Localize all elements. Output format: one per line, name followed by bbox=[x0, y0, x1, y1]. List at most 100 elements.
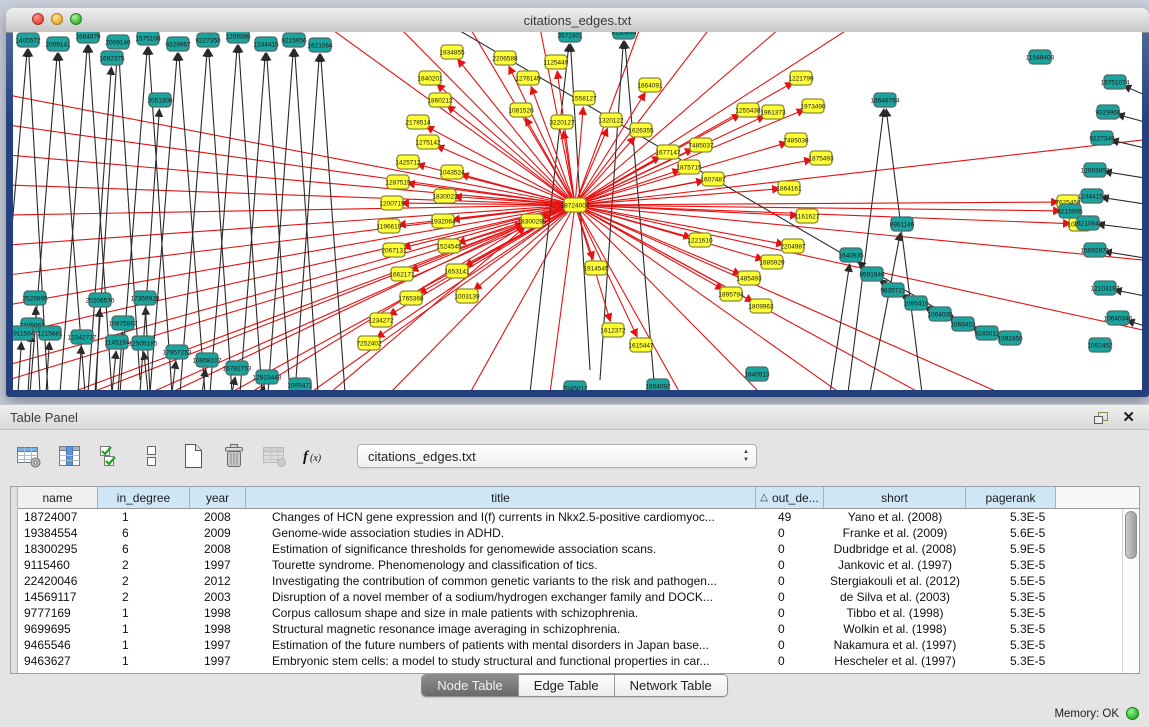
table-cell[interactable]: Changes of HCN gene expression and I(f) … bbox=[246, 510, 756, 524]
table-cell[interactable]: 0 bbox=[756, 590, 824, 604]
graph-node[interactable]: 1200719 bbox=[379, 196, 405, 210]
graph-node[interactable]: 16210643 bbox=[1074, 216, 1103, 230]
graph-node[interactable]: 15692971 bbox=[1081, 243, 1110, 257]
tab-edge-table[interactable]: Edge Table bbox=[519, 675, 615, 696]
table-cell[interactable]: 6 bbox=[98, 526, 190, 540]
graph-node[interactable]: 1234272 bbox=[368, 313, 394, 327]
table-cell[interactable]: 2008 bbox=[190, 542, 246, 556]
table-cell[interactable]: Estimation of significance thresholds fo… bbox=[246, 542, 756, 556]
table-cell[interactable]: de Silva et al. (2003) bbox=[824, 590, 966, 604]
graph-node[interactable]: 1425712 bbox=[395, 155, 421, 169]
table-cell[interactable]: 2009 bbox=[190, 526, 246, 540]
graph-node[interactable]: 1692375 bbox=[99, 51, 125, 65]
graph-node[interactable]: 1575108 bbox=[135, 32, 161, 45]
graph-node[interactable]: 9227350 bbox=[195, 33, 221, 47]
graph-node[interactable]: 1895794 bbox=[718, 287, 744, 301]
graph-node[interactable]: 7485038 bbox=[783, 133, 809, 147]
table-cell[interactable]: 2003 bbox=[190, 590, 246, 604]
table-cell[interactable]: Nakamura et al. (1997) bbox=[824, 638, 966, 652]
graph-node[interactable]: 2526695 bbox=[22, 291, 48, 305]
graph-node[interactable]: 2009140 bbox=[105, 35, 131, 49]
float-panel-icon[interactable] bbox=[1093, 411, 1109, 430]
graph-node[interactable]: 1664091 bbox=[637, 78, 663, 92]
graph-node[interactable]: 16782753 bbox=[223, 361, 252, 375]
graph-node[interactable]: 1081520 bbox=[508, 103, 534, 117]
graph-node[interactable]: 1215681 bbox=[37, 326, 63, 340]
table-cell[interactable]: 1 bbox=[98, 510, 190, 524]
table-cell[interactable]: 0 bbox=[756, 526, 824, 540]
graph-node[interactable]: 1209385 bbox=[225, 32, 251, 43]
table-cell[interactable]: Tibbo et al. (1998) bbox=[824, 606, 966, 620]
graph-node[interactable]: 1244415 bbox=[253, 37, 279, 51]
table-row[interactable]: 969969511998Structural magnetic resonanc… bbox=[18, 621, 1123, 637]
table-row[interactable]: 946554611997Estimation of the future num… bbox=[18, 637, 1123, 653]
graph-node[interactable]: 1615447 bbox=[628, 338, 654, 352]
graph-node[interactable]: 1276145 bbox=[515, 71, 541, 85]
delete-column-icon[interactable] bbox=[219, 442, 249, 470]
graph-node[interactable]: 3220127 bbox=[549, 115, 575, 129]
graph-node[interactable]: 1621064 bbox=[307, 38, 333, 52]
table-row[interactable]: 2242004622012Investigating the contribut… bbox=[18, 573, 1123, 589]
table-cell[interactable]: 5.3E-5 bbox=[966, 558, 1056, 572]
graph-node[interactable]: 12923448 bbox=[253, 370, 282, 384]
table-cell[interactable]: Structural magnetic resonance image aver… bbox=[246, 622, 756, 636]
graph-node[interactable]: 1320122 bbox=[598, 113, 624, 127]
table-row[interactable]: 1872400712008Changes of HCN gene express… bbox=[18, 509, 1123, 525]
table-cell[interactable]: 5.5E-5 bbox=[966, 574, 1056, 588]
graph-node[interactable]: 2045012 bbox=[562, 381, 588, 390]
show-columns-icon[interactable] bbox=[55, 442, 85, 470]
table-row[interactable]: 946362711997Embryonic stem cells: a mode… bbox=[18, 653, 1123, 669]
graph-node[interactable]: 1003139 bbox=[454, 289, 480, 303]
graph-node[interactable]: 2206588 bbox=[492, 51, 518, 65]
graph-node[interactable]: 1064035 bbox=[927, 307, 953, 321]
table-cell[interactable]: Stergiakouli et al. (2012) bbox=[824, 574, 966, 588]
graph-node[interactable]: 12444154 bbox=[1078, 189, 1107, 203]
graph-node[interactable]: 9635721 bbox=[880, 283, 906, 297]
graph-node[interactable]: 2204987 bbox=[780, 239, 806, 253]
graph-node[interactable]: 15751074 bbox=[1101, 75, 1130, 89]
table-row[interactable]: 1456911722003Disruption of a novel membe… bbox=[18, 589, 1123, 605]
table-cell[interactable]: Jankovic et al. (1997) bbox=[824, 558, 966, 572]
tab-network-table[interactable]: Network Table bbox=[615, 675, 727, 696]
table-row[interactable]: 911546021997Tourette syndrome. Phenomeno… bbox=[18, 557, 1123, 573]
table-row[interactable]: 977716911998Corpus callosum shape and si… bbox=[18, 605, 1123, 621]
table-cell[interactable]: Wolkin et al. (1998) bbox=[824, 622, 966, 636]
table-cell[interactable]: 5.3E-5 bbox=[966, 638, 1056, 652]
zoom-window-button[interactable] bbox=[70, 13, 82, 25]
graph-node[interactable]: 1830022 bbox=[432, 189, 458, 203]
table-cell[interactable]: 9777169 bbox=[18, 606, 98, 620]
graph-node[interactable]: 9245012 bbox=[974, 326, 1000, 340]
graph-node[interactable]: 1875493 bbox=[808, 151, 834, 165]
graph-node[interactable]: 17957253 bbox=[163, 345, 192, 359]
graph-node[interactable]: 10958107 bbox=[193, 353, 222, 367]
vertical-scrollbar[interactable] bbox=[1122, 509, 1139, 673]
table-selector-dropdown[interactable]: citations_edges.txt ▲▼ bbox=[357, 444, 757, 468]
table-cell[interactable]: 5.3E-5 bbox=[966, 622, 1056, 636]
column-header-title[interactable]: title bbox=[246, 487, 756, 508]
table-cell[interactable]: 18724007 bbox=[18, 510, 98, 524]
table-cell[interactable]: 1 bbox=[98, 606, 190, 620]
graph-node[interactable]: 10640346 bbox=[1104, 311, 1133, 325]
column-header-short[interactable]: short bbox=[824, 487, 966, 508]
graph-node[interactable]: 2067131 bbox=[381, 243, 407, 257]
column-header-out_de[interactable]: △out_de... bbox=[756, 487, 824, 508]
table-cell[interactable]: 9699695 bbox=[18, 622, 98, 636]
splitter-handle[interactable] bbox=[566, 398, 580, 403]
graph-node[interactable]: 7252402 bbox=[356, 336, 382, 350]
table-cell[interactable]: Corpus callosum shape and size in male p… bbox=[246, 606, 756, 620]
column-header-pagerank[interactable]: pagerank bbox=[966, 487, 1056, 508]
graph-node[interactable]: 1069453 bbox=[950, 317, 976, 331]
table-cell[interactable]: Genome-wide association studies in ADHD. bbox=[246, 526, 756, 540]
network-graph[interactable]: 1872400718300295193485518402011860212217… bbox=[13, 32, 1142, 390]
table-cell[interactable]: 1997 bbox=[190, 654, 246, 668]
table-cell[interactable]: Estimation of the future numbers of pati… bbox=[246, 638, 756, 652]
graph-node[interactable]: 1934855 bbox=[439, 45, 465, 59]
table-cell[interactable]: 5.3E-5 bbox=[966, 510, 1056, 524]
graph-node[interactable]: 12505185 bbox=[129, 336, 158, 350]
graph-node[interactable]: 1662171 bbox=[389, 267, 415, 281]
graph-node[interactable]: 1196610 bbox=[377, 219, 402, 233]
graph-node[interactable]: 1995471 bbox=[287, 378, 313, 390]
column-header-in_degree[interactable]: in_degree bbox=[98, 487, 190, 508]
graph-node[interactable]: 1809963 bbox=[748, 299, 774, 313]
table-cell[interactable]: 1997 bbox=[190, 638, 246, 652]
